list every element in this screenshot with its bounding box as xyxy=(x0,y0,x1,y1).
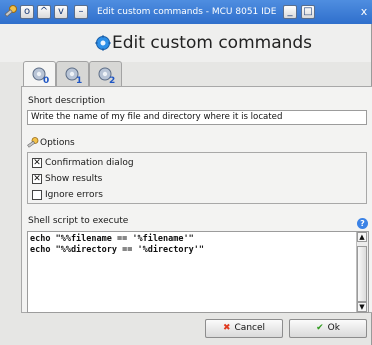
gear-icon xyxy=(95,35,111,51)
shade-up-button[interactable]: ^ xyxy=(37,5,51,19)
minimize-button[interactable]: _ xyxy=(283,5,297,19)
tab-command-0[interactable]: 0 xyxy=(23,61,56,87)
tab-number-2: 2 xyxy=(109,76,115,84)
show-results-label: Show results xyxy=(45,174,103,184)
tab-command-1[interactable]: 1 xyxy=(56,61,89,86)
help-icon[interactable]: ? xyxy=(357,218,368,229)
short-description-input[interactable]: Write the name of my file and directory … xyxy=(27,110,367,125)
shell-script-label: Shell script to execute xyxy=(28,216,129,226)
script-line-1: echo "%%filename == '%filename'" xyxy=(30,234,194,244)
checkmark-icon: ✔ xyxy=(316,323,324,333)
ok-button[interactable]: ✔ Ok xyxy=(289,319,367,338)
app-menu-icon[interactable] xyxy=(3,4,18,19)
gear-icon: 1 xyxy=(65,67,82,84)
shell-script-editor[interactable]: echo "%%filename == '%filename'" echo "%… xyxy=(27,231,369,313)
show-results-checkbox[interactable]: ✕ xyxy=(32,174,42,184)
options-label: Options xyxy=(40,138,75,148)
window-title: Edit custom commands - MCU 8051 IDE v xyxy=(97,7,279,17)
scroll-down-icon[interactable]: ▼ xyxy=(357,302,367,312)
minimize-left-button[interactable]: – xyxy=(74,5,88,19)
title-bar: o ^ v – Edit custom commands - MCU 8051 … xyxy=(0,0,372,24)
cancel-button[interactable]: ✖ Cancel xyxy=(205,319,283,338)
dialog-header: Edit custom commands xyxy=(0,24,371,62)
editor-scrollbar[interactable]: ▲ ▼ xyxy=(356,232,368,312)
scroll-thumb[interactable] xyxy=(357,246,367,302)
shade-down-button[interactable]: v xyxy=(54,5,68,19)
cancel-icon: ✖ xyxy=(222,323,231,333)
cancel-label: Cancel xyxy=(234,323,266,333)
tab-number-0: 0 xyxy=(43,76,49,84)
ignore-errors-label: Ignore errors xyxy=(45,190,103,200)
close-button[interactable]: x xyxy=(357,5,371,19)
tab-command-2[interactable]: 2 xyxy=(89,61,122,86)
ignore-errors-checkbox[interactable] xyxy=(32,190,42,200)
scroll-up-icon[interactable]: ▲ xyxy=(357,232,367,242)
gear-icon: 2 xyxy=(98,67,115,84)
wrench-icon xyxy=(27,137,39,148)
confirmation-dialog-checkbox[interactable]: ✕ xyxy=(32,158,42,168)
script-line-2: echo "%%directory == '%directory'" xyxy=(30,245,204,255)
maximize-button[interactable]: □ xyxy=(301,5,315,19)
ok-label: Ok xyxy=(327,323,340,333)
window-menu-button[interactable]: o xyxy=(20,5,34,19)
confirmation-dialog-label: Confirmation dialog xyxy=(45,158,134,168)
gear-icon: 0 xyxy=(32,67,49,84)
dialog-title: Edit custom commands xyxy=(112,33,313,53)
tab-number-1: 1 xyxy=(76,76,82,84)
short-description-label: Short description xyxy=(28,96,106,106)
edit-commands-window: o ^ v – Edit custom commands - MCU 8051 … xyxy=(0,0,372,345)
